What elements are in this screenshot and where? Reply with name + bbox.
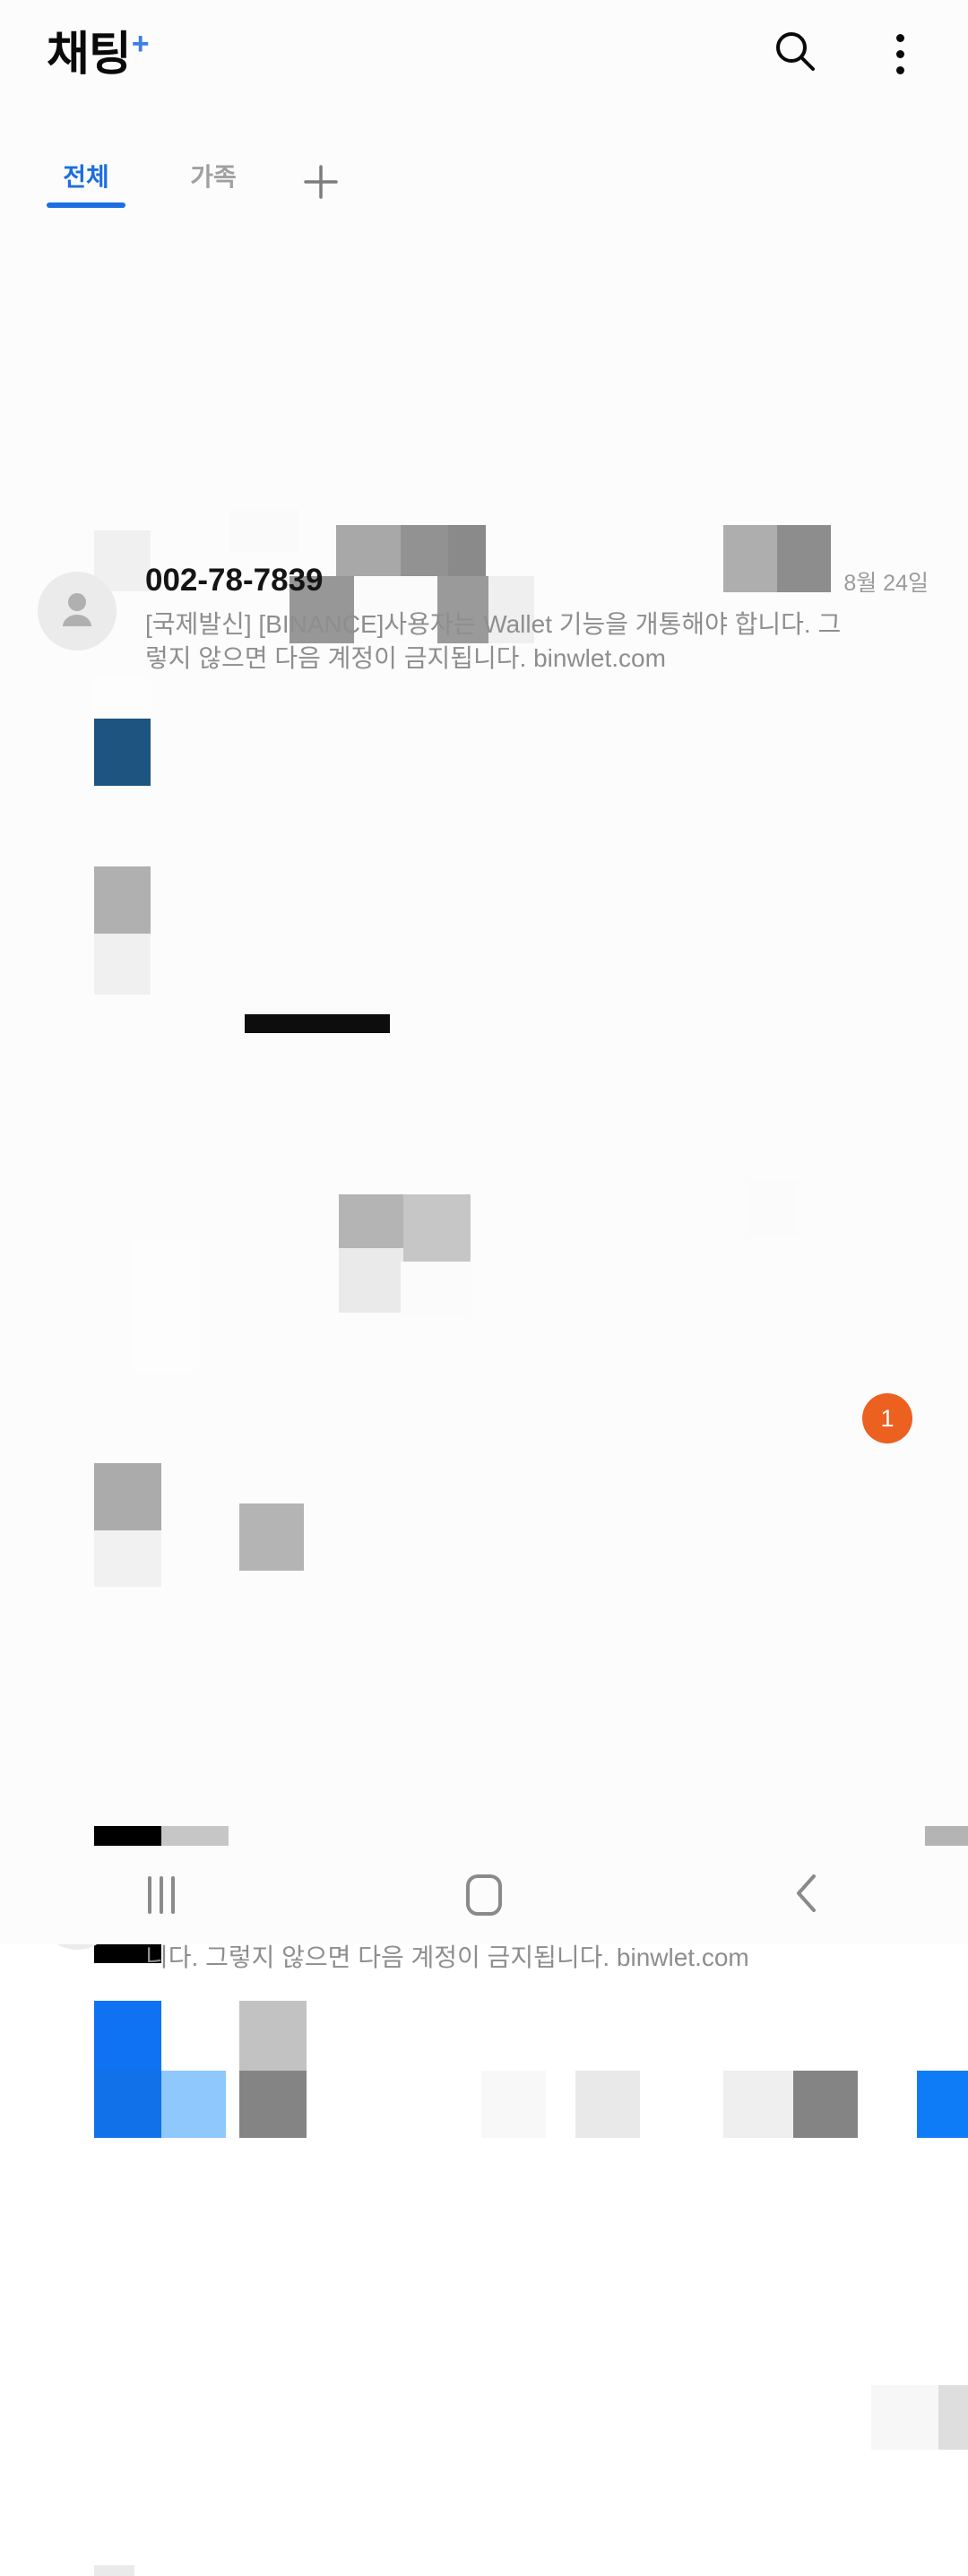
system-navigation-bar [0,1846,968,1944]
app-title-plus: + [131,27,150,61]
redacted-block [134,1307,199,1374]
app-header: 채팅 + [0,0,968,124]
tab-all-label: 전체 [63,163,109,191]
redacted-block [746,1181,798,1237]
chat-list-item[interactable]: 002-78-7839 8월 24일 [국제발신] [BINANCE]사용자는 … [0,541,968,702]
add-tab-button[interactable] [285,159,357,208]
tab-family-label: 가족 [190,163,237,191]
tab-all[interactable]: 전체 [39,159,133,208]
redacted-block [871,2385,938,2450]
redacted-block [94,719,151,786]
redacted-block [538,1189,594,1254]
app-title: 채팅 + [47,27,150,90]
redacted-block [94,934,151,995]
redacted-block [245,1014,390,1033]
home-button[interactable] [323,1846,645,1944]
redacted-block [134,1240,199,1307]
chat-date: 8월 24일 [843,571,929,596]
chat-sender-name: 002-78-7839 [145,563,324,598]
search-icon [773,29,819,80]
redacted-block [94,1463,161,1530]
avatar [38,572,117,650]
chat-app-screen: 채팅 + 전체 가족 002-78-7839 8월 24일 [국제발신] [BI… [0,0,968,2576]
redacted-block [793,2071,858,2138]
redacted-block [481,2071,546,2138]
back-button[interactable] [645,1846,968,1944]
chat-message-preview: [국제발신] [BINANCE]사용자는 Wallet 기능을 개통해야 합니다… [145,610,842,672]
redacted-block [938,2385,968,2450]
redacted-block [94,2071,161,2138]
chat-item-header: 002-78-7839 8월 24일 [145,563,929,599]
app-title-text: 채팅 [47,29,132,81]
redacted-block [723,2071,793,2138]
redacted-block [94,2001,161,2071]
overflow-menu-button[interactable] [871,25,929,82]
search-button[interactable] [767,25,825,82]
redacted-block [199,1240,269,1307]
home-icon [466,1874,502,1916]
redacted-block [239,2001,307,2071]
back-icon [791,1871,822,1920]
header-actions [767,25,929,82]
unread-badge: 1 [862,1393,912,1443]
plus-icon [301,162,341,206]
tab-active-indicator [47,202,125,208]
person-avatar-icon [63,593,91,626]
redacted-block [239,2071,307,2138]
redacted-block [575,2071,640,2138]
tab-family[interactable]: 가족 [167,159,260,208]
redacted-block [94,2565,134,2576]
redacted-block [403,1194,471,1262]
redacted-block [239,1503,304,1571]
redacted-block [94,866,151,934]
recents-button[interactable] [0,1846,323,1944]
redacted-block [94,1530,161,1587]
chat-list[interactable]: 002-78-7839 8월 24일 [국제발신] [BINANCE]사용자는 … [0,224,968,2576]
redacted-block [339,1248,403,1313]
redacted-block [401,1262,471,1318]
recents-icon [148,1876,175,1914]
redacted-block [161,2071,226,2138]
redacted-block [917,2071,968,2138]
overflow-menu-icon [895,25,904,82]
chat-item-body: 002-78-7839 8월 24일 [국제발신] [BINANCE]사용자는 … [145,563,932,676]
chat-tabs: 전체 가족 [0,159,968,224]
